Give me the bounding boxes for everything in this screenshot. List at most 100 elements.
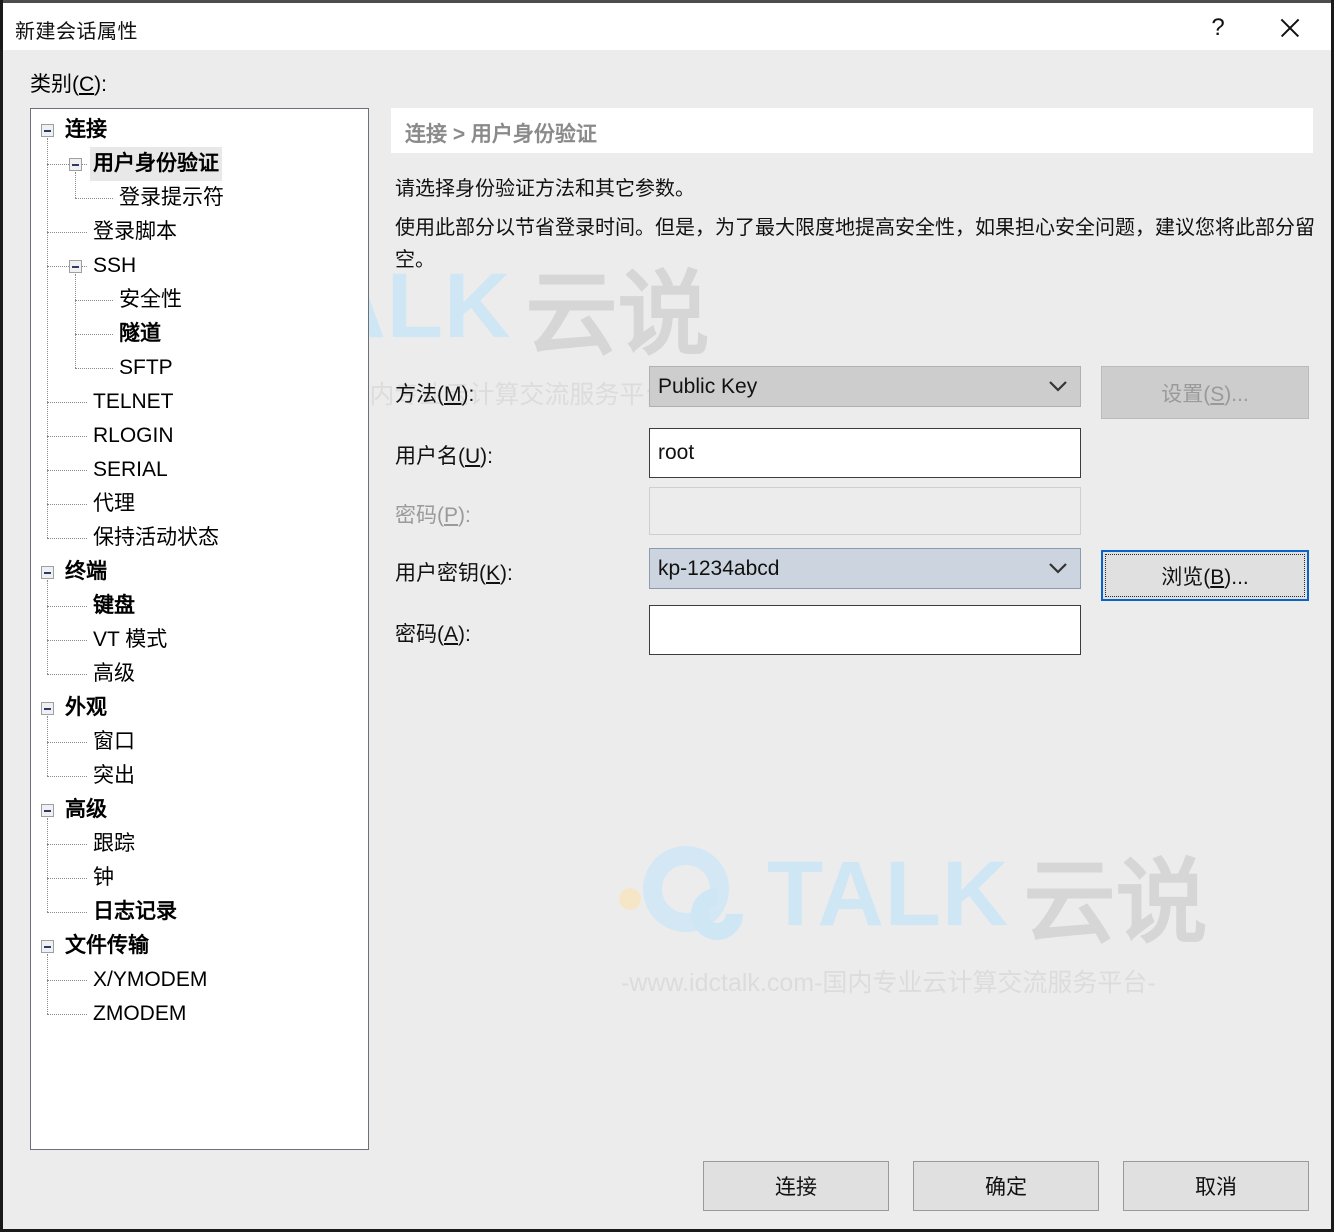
watermark-logo-2: TALK 云说 [613, 828, 1207, 961]
method-combobox[interactable]: Public Key [649, 366, 1081, 407]
tree-item-4[interactable]: SSH [31, 249, 368, 283]
tree-expander-collapse-icon[interactable] [69, 260, 82, 273]
tree-item-label: X/YMODEM [93, 968, 208, 991]
tree-item-label: RLOGIN [93, 424, 174, 447]
tree-expander-collapse-icon[interactable] [41, 566, 54, 579]
tree-expander-collapse-icon[interactable] [41, 804, 54, 817]
breadcrumb: 连接 > 用户身份验证 [391, 108, 1313, 153]
watermark-yun-2: 云说 [1023, 852, 1208, 954]
category-label-post: ): [94, 73, 107, 96]
tree-connector [47, 580, 48, 674]
tree-item-label: 保持活动状态 [93, 526, 219, 549]
tree-connector [75, 300, 113, 301]
connect-button-label: 连接 [775, 1176, 817, 1199]
cancel-button[interactable]: 取消 [1123, 1161, 1309, 1211]
tree-connector [47, 232, 87, 233]
chevron-down-icon[interactable] [1036, 381, 1080, 392]
watermark-talk-2: TALK [767, 843, 1010, 945]
ok-button[interactable]: 确定 [913, 1161, 1099, 1211]
tree-connector [47, 980, 87, 981]
category-label: 类别(C): [30, 68, 107, 98]
tree-item-label: SFTP [119, 356, 173, 379]
tree-expander-collapse-icon[interactable] [69, 158, 82, 171]
password-input [649, 487, 1081, 535]
username-label: 用户名(U): [395, 445, 493, 468]
description-line-1: 请选择身份验证方法和其它参数。 [395, 178, 695, 200]
browse-button[interactable]: 浏览(B)... [1101, 550, 1309, 601]
category-label-accel: C [79, 73, 95, 96]
tree-expander-collapse-icon[interactable] [41, 702, 54, 715]
tree-connector [47, 716, 48, 776]
username-input[interactable]: root [649, 428, 1081, 478]
passphrase-label: 密码(A): [395, 623, 471, 646]
tree-item-label: 隧道 [119, 322, 161, 345]
tree-connector [47, 878, 87, 879]
tree-item-1[interactable]: 用户身份验证 [31, 147, 368, 181]
settings-button-label: 设置(S)... [1161, 382, 1249, 406]
browse-button-label: 浏览(B)... [1161, 565, 1249, 589]
password-label: 密码(P): [395, 504, 471, 527]
username-value: root [658, 441, 695, 464]
tree-connector [75, 274, 76, 368]
watermark-bottom: TALK 云说 -www.idctalk.com-国内专业云计算交流服务平台- [613, 828, 1207, 999]
tree-item-label: 终端 [65, 560, 107, 583]
tree-connector [47, 640, 87, 641]
tree-item-label: 高级 [93, 662, 135, 685]
tree-item-0[interactable]: 连接 [31, 113, 368, 147]
tree-connector [47, 742, 87, 743]
tree-item-label: SERIAL [93, 458, 168, 481]
tree-item-20[interactable]: 高级 [31, 793, 368, 827]
tree-item-label: 键盘 [93, 594, 135, 617]
tree-connector [47, 674, 87, 675]
tree-item-label: 安全性 [119, 288, 182, 311]
tree-item-label: 连接 [65, 118, 107, 141]
help-button[interactable]: ? [1187, 3, 1249, 53]
tree-item-13[interactable]: 终端 [31, 555, 368, 589]
tree-connector [47, 912, 87, 913]
tree-connector [47, 470, 87, 471]
tree-item-label: 突出 [93, 764, 135, 787]
close-button[interactable] [1259, 3, 1321, 53]
watermark-url-2: -www.idctalk.com-国内专业云计算交流服务平台- [621, 969, 1156, 997]
tree-item-label: 外观 [65, 696, 107, 719]
tree-expander-collapse-icon[interactable] [41, 124, 54, 137]
category-label-pre: 类别( [30, 73, 79, 96]
tree-connector [75, 198, 113, 199]
userkey-value: kp-1234abcd [658, 556, 780, 580]
chevron-down-icon[interactable] [1036, 563, 1080, 574]
window-title: 新建会话属性 [15, 21, 138, 43]
tree-item-17[interactable]: 外观 [31, 691, 368, 725]
tree-connector [47, 954, 48, 1014]
tree-connector [47, 436, 87, 437]
tree-item-label: VT 模式 [93, 628, 168, 651]
tree-connector [47, 606, 87, 607]
tree-item-label: 代理 [93, 492, 135, 515]
title-bar: 新建会话属性 ? [3, 0, 1331, 50]
tree-item-label: 用户身份验证 [90, 147, 222, 181]
userkey-combobox[interactable]: kp-1234abcd [649, 548, 1081, 589]
tree-connector [75, 172, 76, 198]
tree-item-label: 钟 [93, 866, 114, 889]
tree-connector [47, 402, 87, 403]
category-tree[interactable]: 连接用户身份验证登录提示符登录脚本 SSH 安全性隧道 SFTP TELNET RLOGI… [30, 108, 369, 1150]
tree-connector [47, 538, 87, 539]
ok-button-label: 确定 [985, 1176, 1027, 1199]
tree-item-label: 登录提示符 [119, 186, 224, 209]
method-label: 方法(M): [395, 383, 475, 406]
passphrase-input[interactable] [649, 605, 1081, 655]
settings-button[interactable]: 设置(S)... [1101, 366, 1309, 419]
tree-expander-collapse-icon[interactable] [41, 940, 54, 953]
tree-item-label: 登录脚本 [93, 220, 177, 243]
tree-connector [47, 844, 87, 845]
close-icon [1278, 16, 1302, 40]
connect-button[interactable]: 连接 [703, 1161, 889, 1211]
question-mark-icon: ? [1211, 14, 1225, 41]
tree-item-label: TELNET [93, 390, 174, 413]
tree-item-24[interactable]: 文件传输 [31, 929, 368, 963]
tree-item-label: 日志记录 [93, 900, 177, 923]
tree-connector [75, 334, 113, 335]
tree-connector [47, 776, 87, 777]
description-line-2: 使用此部分以节省登录时间。但是，为了最大限度地提高安全性，如果担心安全问题，建议… [395, 217, 1315, 271]
session-properties-dialog: TALK 云说 -www.idctalk.com-国内专业云计算交流服务平台- … [3, 0, 1331, 1229]
tree-item-label: ZMODEM [93, 1002, 187, 1025]
